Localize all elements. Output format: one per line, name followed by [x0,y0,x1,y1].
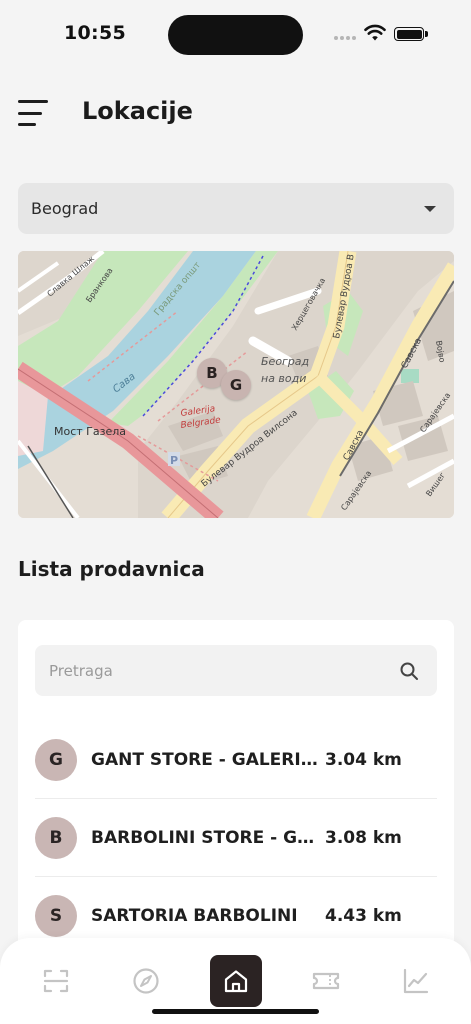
home-indicator [152,1009,319,1014]
compass-icon [133,968,159,994]
battery-tip [425,31,428,37]
store-avatar: G [35,739,77,781]
store-name: BARBOLINI STORE - GALERIJA [91,828,319,848]
map-label-beograd-na-vodi-1: Београд [261,355,309,368]
map-parking-symbol: P [170,454,178,467]
ticket-icon [312,972,340,990]
city-select[interactable]: Beograd [18,183,454,234]
store-distance: 4.43 km [325,905,402,926]
city-select-value: Beograd [31,199,99,218]
search-input[interactable] [49,661,399,680]
status-time: 10:55 [64,22,126,44]
scan-icon [43,969,69,993]
nav-home[interactable] [210,955,262,1007]
wifi-icon [364,24,386,41]
store-name: GANT STORE - GALERIJA [91,750,319,770]
store-name: SARTORIA BARBOLINI [91,905,298,926]
store-avatar: S [35,894,77,937]
store-distance: 3.04 km [325,750,402,770]
nav-tickets[interactable] [300,955,352,1007]
nav-scan[interactable] [30,955,82,1007]
nav-explore[interactable] [120,955,172,1007]
map-label-most-gazela: Мост Газела [54,425,126,438]
page-title: Lokacije [82,97,193,125]
chart-icon [403,968,429,994]
nav-stats[interactable] [390,955,442,1007]
store-map[interactable]: Сава Мост Газела Galerija Belgrade Беогр… [18,251,454,518]
store-avatar: B [35,817,77,859]
caret-down-icon [424,205,436,212]
dynamic-island [168,15,303,55]
map-marker-g[interactable]: G [221,370,251,400]
search-icon[interactable] [399,661,419,681]
home-icon [224,970,248,993]
menu-icon[interactable] [18,98,52,128]
cellular-signal-icon [334,36,356,40]
store-distance: 3.08 km [325,828,402,848]
battery-icon [394,27,424,41]
store-list-title: Lista prodavnica [18,557,205,581]
store-row-gant[interactable]: G GANT STORE - GALERIJA 3.04 km [35,722,437,799]
store-list-card: G GANT STORE - GALERIJA 3.04 km B BARBOL… [18,620,454,960]
status-bar: 10:55 [0,0,471,62]
search-box [35,645,437,696]
map-label-beograd-na-vodi-2: на води [261,372,306,385]
store-row-barbolini[interactable]: B BARBOLINI STORE - GALERIJA 3.08 km [35,800,437,877]
